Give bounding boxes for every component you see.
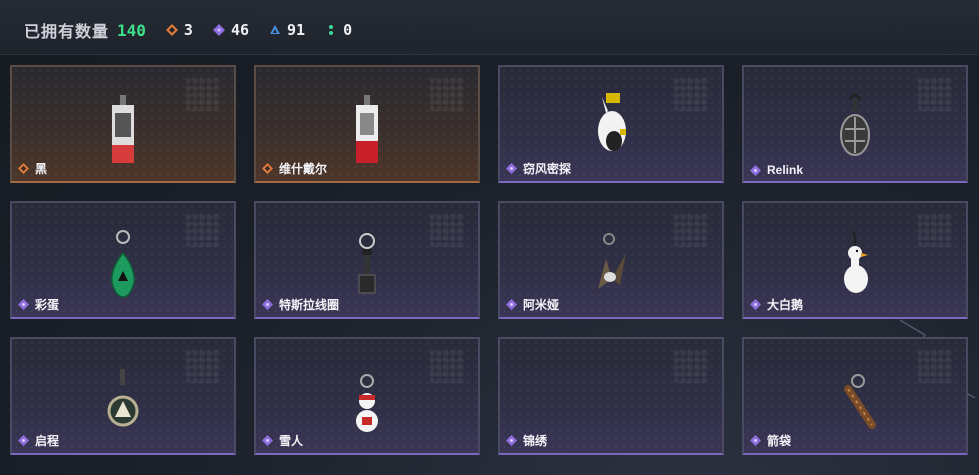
charm-card[interactable]: 锦绣 xyxy=(498,337,724,455)
charm-card[interactable]: 大白鹅 xyxy=(742,201,968,319)
snowman-charm-art xyxy=(356,374,378,432)
charm-name: 雪人 xyxy=(262,432,303,449)
charm-card[interactable]: 窃风密探 xyxy=(498,65,724,183)
purple-rarity-icon xyxy=(506,299,517,310)
purple-rarity-icon xyxy=(506,435,517,446)
purple-rarity-icon xyxy=(750,299,761,310)
purple-rarity-icon xyxy=(262,299,273,310)
charm-card[interactable]: 彩蛋 xyxy=(10,201,236,319)
stat-blue-value: 91 xyxy=(287,21,306,39)
charm-card[interactable]: 箭袋 xyxy=(742,337,968,455)
stat-purple: 46 xyxy=(212,21,250,39)
card-pattern xyxy=(674,77,708,111)
charm-name: 箭袋 xyxy=(750,432,791,449)
charm-card[interactable]: 维什戴尔 xyxy=(254,65,480,183)
owned-count: 140 xyxy=(117,20,146,40)
medallion-charm-art xyxy=(107,369,139,427)
charm-name-label: Relink xyxy=(767,163,804,177)
charm-name: 彩蛋 xyxy=(18,296,59,313)
owned-summary: 已拥有数量 140 3 46 91 0 xyxy=(24,18,352,42)
charm-name: 黑 xyxy=(18,160,47,177)
green-egg-charm-art xyxy=(110,230,136,298)
purple-rarity-icon xyxy=(262,435,273,446)
stat-blue: 91 xyxy=(269,21,305,39)
blue-triangle-icon xyxy=(270,25,281,34)
charm-name-label: 锦绣 xyxy=(523,434,548,448)
purple-rarity-icon xyxy=(750,164,761,176)
charm-card[interactable]: 阿米娅 xyxy=(498,201,724,319)
card-pattern xyxy=(918,349,952,383)
top-bar: 已拥有数量 140 3 46 91 0 xyxy=(0,0,979,55)
charm-name: 阿米娅 xyxy=(506,296,559,313)
turtle-charm-art xyxy=(840,93,870,156)
orange-diamond-icon xyxy=(165,24,178,36)
charm-card[interactable]: 黑 xyxy=(10,65,236,183)
charm-name-label: 启程 xyxy=(35,434,60,448)
stat-purple-value: 46 xyxy=(230,21,250,39)
charm-name-label: 大白鹅 xyxy=(767,298,804,312)
card-pattern xyxy=(918,77,952,111)
tag-charm-art xyxy=(112,95,134,163)
tag-charm-red-art xyxy=(356,95,378,163)
charm-name: 大白鹅 xyxy=(750,296,803,313)
orange-rarity-icon xyxy=(18,163,29,174)
stat-green: 0 xyxy=(325,21,352,39)
purple-rarity-icon xyxy=(18,299,29,310)
charm-name: 启程 xyxy=(18,432,59,449)
charm-name-label: 阿米娅 xyxy=(523,298,560,312)
charm-name: 特斯拉线圈 xyxy=(262,296,339,313)
card-pattern xyxy=(674,213,708,247)
charm-name-label: 雪人 xyxy=(279,434,304,448)
ears-charm-art xyxy=(598,233,626,289)
charm-name-label: 维什戴尔 xyxy=(279,162,328,176)
charm-name: 维什戴尔 xyxy=(262,160,327,177)
charm-name-label: 黑 xyxy=(35,162,48,176)
green-dots-icon xyxy=(329,25,334,35)
charm-card[interactable]: 特斯拉线圈 xyxy=(254,201,480,319)
charm-name-label: 窃风密探 xyxy=(523,162,572,176)
coil-charm-art xyxy=(358,233,376,294)
card-pattern xyxy=(430,213,464,247)
card-pattern xyxy=(186,77,220,111)
stat-green-value: 0 xyxy=(343,21,353,39)
goose-charm-art xyxy=(844,230,868,293)
orange-rarity-icon xyxy=(262,163,273,174)
charm-name: Relink xyxy=(750,163,803,177)
owned-label: 已拥有数量 xyxy=(24,24,110,41)
charm-name: 窃风密探 xyxy=(506,160,571,177)
purple-rarity-icon xyxy=(506,163,517,174)
rabbit-charm-art xyxy=(598,93,626,151)
stat-orange-value: 3 xyxy=(183,21,193,39)
charm-card[interactable]: 启程 xyxy=(10,337,236,455)
card-pattern xyxy=(430,77,464,111)
quiver-charm-art xyxy=(844,374,876,429)
charm-card[interactable]: Relink xyxy=(742,65,968,183)
charm-name-label: 特斯拉线圈 xyxy=(279,298,340,312)
card-pattern xyxy=(674,349,708,383)
stat-orange: 3 xyxy=(165,21,193,39)
charm-card[interactable]: 雪人 xyxy=(254,337,480,455)
purple-diamond-icon xyxy=(212,24,225,36)
charm-name-label: 彩蛋 xyxy=(35,298,60,312)
card-pattern xyxy=(186,213,220,247)
purple-rarity-icon xyxy=(750,435,761,446)
charm-name-label: 箭袋 xyxy=(767,434,792,448)
card-pattern xyxy=(918,213,952,247)
card-pattern xyxy=(430,349,464,383)
purple-rarity-icon xyxy=(18,435,29,446)
card-pattern xyxy=(186,349,220,383)
charm-name: 锦绣 xyxy=(506,432,547,449)
